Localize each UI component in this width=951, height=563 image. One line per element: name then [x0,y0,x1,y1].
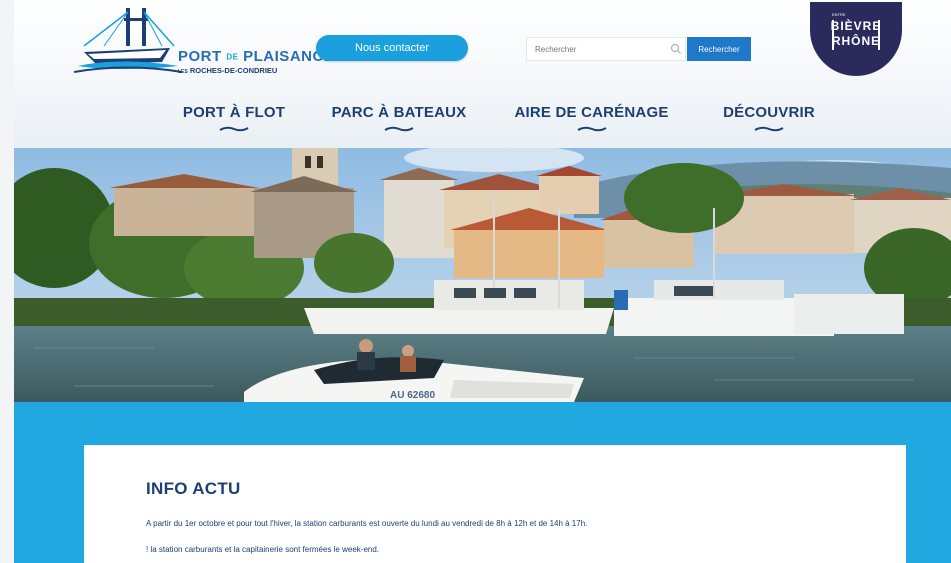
partner-logo-small-text: ENTRE [832,12,846,17]
main-nav: PORT À FLOT PARC À BATEAUX AIRE DE CARÉN… [14,104,951,144]
search-input[interactable] [535,42,663,56]
logo-title: PORT DE PLAISANCE [178,48,334,65]
site-header: PORT DE PLAISANCE LES ROCHES-DE-CONDRIEU… [14,0,951,148]
logo-title-port: PORT [178,48,222,65]
boat-registration: AU 62680 [390,390,435,401]
info-paragraph-hours: A partir du 1er octobre et pour tout l'h… [146,519,588,528]
nav-label: PARC À BATEAUX [331,104,467,121]
page: PORT DE PLAISANCE LES ROCHES-DE-CONDRIEU… [14,0,951,563]
nav-item-aire-de-carenage[interactable]: AIRE DE CARÉNAGE [504,104,679,144]
wave-underline-icon [384,126,414,132]
partner-logo-line2: RHÔNE [831,34,881,48]
search-button[interactable]: Rechercher [687,37,751,61]
info-paragraph-weekend: ! la station carburants et la capitainer… [146,545,380,554]
nav-item-decouvrir[interactable]: DÉCOUVRIR [709,104,829,144]
nav-label: PORT À FLOT [182,104,286,121]
info-actu-card: INFO ACTU A partir du 1er octobre et pou… [84,445,906,563]
site-logo[interactable]: PORT DE PLAISANCE LES ROCHES-DE-CONDRIEU [73,8,334,80]
logo-title-de: DE [226,52,239,62]
hero-illustration: AU 62680 [14,148,951,402]
hero-photo-marina: AU 62680 [14,148,951,402]
nav-label: AIRE DE CARÉNAGE [514,104,669,121]
wave-underline-icon [754,126,784,132]
partner-logo-line1: BIÈVRE [830,19,882,33]
info-title: INFO ACTU [146,479,241,498]
contact-button[interactable]: Nous contacter [316,35,468,61]
wave-underline-icon [219,126,249,132]
logo-subtitle: LES ROCHES-DE-CONDRIEU [178,66,277,75]
logo-subtitle-les: LES [178,69,188,75]
nav-item-port-a-flot[interactable]: PORT À FLOT [164,104,304,144]
wave-underline-icon [577,126,606,132]
search-box [526,37,686,61]
nav-item-parc-a-bateaux[interactable]: PARC À BATEAUX [319,104,479,144]
nav-label: DÉCOUVRIR [723,104,815,121]
bievre-rhone-logo[interactable]: ENTRE BIÈVRE RHÔNE [810,2,902,76]
search-icon[interactable] [670,43,682,55]
logo-subtitle-place: ROCHES-DE-CONDRIEU [189,66,278,75]
